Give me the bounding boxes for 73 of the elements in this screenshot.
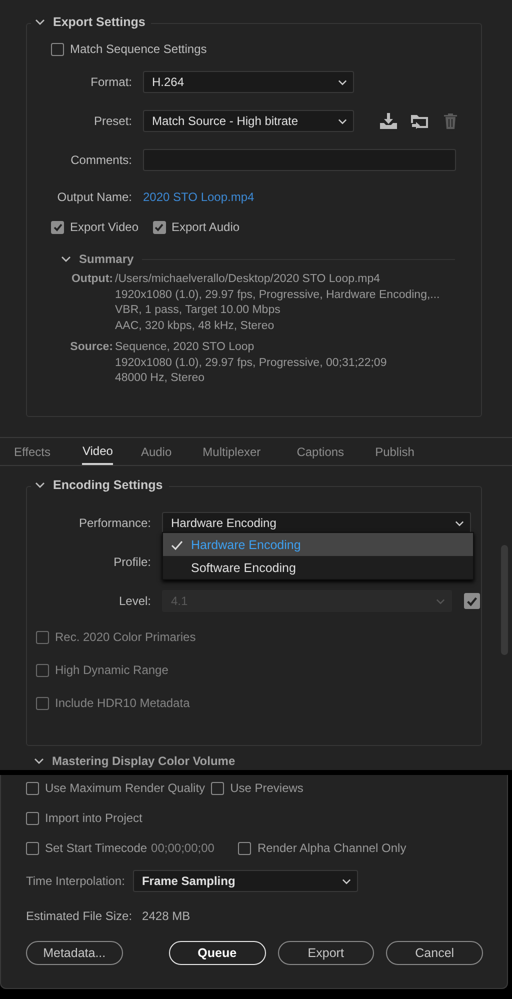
- checkbox-label: Use Maximum Render Quality: [45, 781, 206, 795]
- chevron-icon[interactable]: [35, 480, 45, 490]
- tab[interactable]: Captions: [296, 438, 344, 465]
- checkbox[interactable]: [51, 42, 64, 56]
- tab[interactable]: Publish: [375, 438, 414, 465]
- field-label: Preset:: [92, 114, 132, 128]
- summary-line: 1920x1080 (1.0), 29.97 fps, Progressive, 00;31;22;09: [115, 356, 388, 370]
- output-name-link[interactable]: 2020 STO Loop.mp4: [143, 190, 254, 204]
- field-label: Time Interpolation:: [26, 874, 125, 888]
- summary-line: VBR, 1 pass, Target 10.00 Mbps: [115, 303, 282, 318]
- checkbox-label: Export Video: [70, 220, 138, 234]
- chevron-icon[interactable]: [35, 17, 45, 27]
- button[interactable]: Cancel: [386, 941, 483, 965]
- summary-line: 1920x1080 (1.0), 29.97 fps, Progressive, Hardware Encoding,...: [115, 288, 441, 302]
- button[interactable]: Queue: [168, 941, 266, 965]
- tab[interactable]: Multiplexer: [202, 438, 261, 465]
- checkbox[interactable]: [51, 220, 64, 234]
- checkbox-label: Set Start Timecode: [45, 841, 148, 855]
- checkbox-label: Render Alpha Channel Only: [257, 841, 406, 855]
- save-preset-icon[interactable]: [379, 112, 398, 130]
- checkbox[interactable]: [152, 220, 166, 234]
- summary-line: Sequence, 2020 STO Loop: [115, 340, 256, 355]
- chevron-icon: [436, 596, 445, 606]
- field-label: Performance:: [78, 516, 151, 530]
- import-preset-icon[interactable]: [410, 112, 429, 130]
- checkbox[interactable]: [26, 782, 39, 794]
- checkbox[interactable]: [26, 812, 39, 824]
- dropdown[interactable]: Match Source - High bitrate: [143, 110, 354, 132]
- menu-item[interactable]: Software Encoding: [163, 556, 473, 579]
- field-label: Profile:: [112, 555, 151, 569]
- checkbox-label: Import into Project: [45, 811, 142, 825]
- chevron-icon: [338, 116, 347, 126]
- checkbox-label: Include HDR10 Metadata: [55, 696, 190, 710]
- field-label: Level:: [118, 594, 151, 608]
- dropdown[interactable]: H.264: [143, 71, 354, 93]
- checkbox-label: Use Previews: [230, 781, 304, 795]
- dropdown[interactable]: Frame Sampling: [132, 870, 358, 892]
- field-label: Comments:: [70, 153, 132, 167]
- checkbox-label: Export Audio: [172, 220, 240, 234]
- chevron-icon[interactable]: [34, 756, 44, 766]
- section-title: Mastering Display Color Volume: [52, 754, 236, 768]
- checkbox-label: High Dynamic Range: [55, 663, 168, 677]
- dropdown[interactable]: Hardware Encoding: [162, 512, 471, 534]
- tab[interactable]: Audio: [140, 438, 172, 465]
- button[interactable]: Metadata...: [26, 941, 123, 965]
- chevron-icon: [455, 518, 464, 528]
- summary-title: Summary: [79, 252, 134, 266]
- checkbox[interactable]: [26, 842, 39, 854]
- summary-line: 48000 Hz, Stereo: [115, 371, 206, 386]
- checkbox[interactable]: [211, 782, 224, 794]
- check-icon: [171, 538, 183, 550]
- field-label: Estimated File Size:: [26, 909, 132, 923]
- button[interactable]: Export: [278, 941, 374, 965]
- tab[interactable]: Video: [82, 438, 113, 465]
- summary-label: Source:: [69, 340, 113, 355]
- section-title: Export Settings: [53, 15, 146, 29]
- chevron-icon: [338, 78, 347, 86]
- checkbox[interactable]: [238, 842, 252, 854]
- tab[interactable]: Effects: [14, 438, 50, 465]
- trash-icon: [441, 112, 460, 130]
- input-field[interactable]: [143, 149, 456, 171]
- summary-line: /Users/michaelverallo/Desktop/2020 STO Loop.mp4: [115, 272, 382, 287]
- summary-line: AAC, 320 kbps, 48 kHz, Stereo: [115, 318, 276, 334]
- checkbox-label: Rec. 2020 Color Primaries: [55, 630, 196, 644]
- field-label: Output Name:: [56, 190, 132, 204]
- field-label: Format:: [90, 75, 132, 89]
- summary-label: Output:: [70, 272, 113, 287]
- checkbox-label: Match Sequence Settings: [70, 42, 207, 56]
- file-size-value: 2428 MB: [142, 909, 190, 923]
- section-title: Encoding Settings: [53, 478, 163, 492]
- chevron-icon[interactable]: [61, 254, 71, 264]
- timecode: 00;00;00;00: [151, 841, 214, 855]
- chevron-icon: [342, 876, 351, 886]
